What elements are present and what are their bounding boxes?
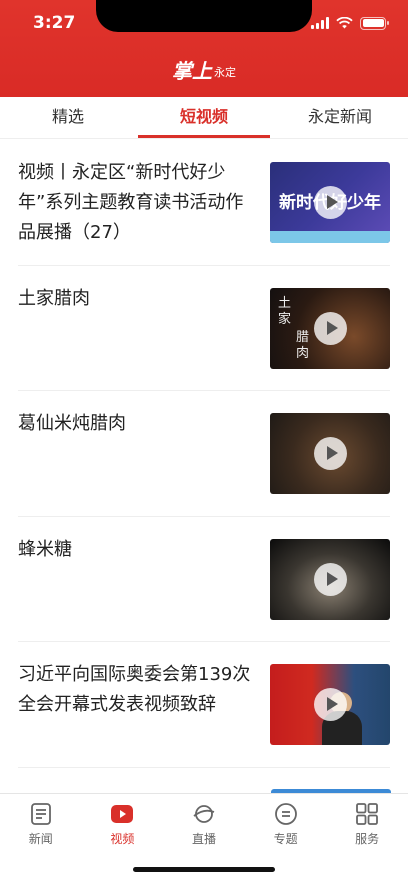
video-list-item[interactable]: 习近平向国际奥委会第139次全会开幕式发表视频致辞	[18, 642, 390, 768]
video-list-item[interactable]: 蜂米糖	[18, 517, 390, 642]
live-icon	[193, 805, 215, 823]
video-title: 视频丨永定区“新时代好少年”系列主题教育读书活动作品展播（27）	[18, 162, 244, 243]
video-title: 习近平向国际奥委会第139次全会开幕式发表视频致辞	[18, 664, 251, 715]
tab-featured[interactable]: 精选	[0, 97, 136, 138]
app-screen: 3:27 掌上 永定 精选 短视频 永定新闻 视频丨永定区“新时代好少年”系列主…	[0, 0, 408, 883]
nav-label: 新闻	[28, 832, 53, 846]
nav-label: 视频	[110, 832, 135, 846]
topic-icon	[274, 803, 297, 825]
status-bar: 3:27	[0, 0, 408, 46]
play-icon[interactable]	[314, 186, 347, 219]
thumbnail-caption: 腊肉	[296, 329, 310, 361]
services-icon	[356, 803, 379, 825]
cellular-signal-icon	[311, 17, 329, 29]
app-logo: 掌上 永定	[172, 59, 236, 83]
system-icons	[311, 15, 389, 31]
video-list-item[interactable]: 土家腊肉 土家 腊肉	[18, 266, 390, 391]
app-header: 3:27 掌上 永定	[0, 0, 408, 97]
video-list-item[interactable]: 视频丨永定区“新时代好少年”系列主题教育读书活动作品展播（27） 新时代好少年	[18, 140, 390, 266]
status-time: 3:27	[33, 13, 76, 33]
news-icon	[30, 803, 51, 825]
nav-news[interactable]: 新闻	[0, 794, 82, 883]
video-icon	[111, 805, 134, 823]
nav-label: 服务	[355, 832, 380, 846]
video-list-item[interactable]: 葛仙米炖腊肉	[18, 391, 390, 517]
video-thumbnail[interactable]: 土家 腊肉	[270, 287, 390, 369]
thumbnail-caption: 土家	[278, 295, 292, 327]
video-title: 土家腊肉	[18, 287, 90, 309]
battery-icon	[360, 16, 389, 30]
video-title: 葛仙米炖腊肉	[18, 413, 126, 434]
home-indicator[interactable]	[133, 867, 275, 872]
play-icon[interactable]	[314, 562, 347, 596]
wifi-icon	[336, 17, 353, 29]
play-icon[interactable]	[314, 437, 347, 470]
tab-yongding-news[interactable]: 永定新闻	[272, 97, 408, 138]
device-notch	[96, 0, 312, 32]
nav-label: 专题	[273, 832, 298, 846]
video-thumbnail[interactable]	[270, 413, 390, 494]
nav-services[interactable]: 服务	[326, 794, 408, 883]
channel-tabs: 精选 短视频 永定新闻	[0, 97, 408, 139]
play-icon[interactable]	[314, 311, 347, 345]
video-title: 蜂米糖	[18, 538, 72, 560]
play-icon[interactable]	[314, 688, 347, 721]
tab-short-video[interactable]: 短视频	[136, 97, 272, 138]
video-list: 视频丨永定区“新时代好少年”系列主题教育读书活动作品展播（27） 新时代好少年 …	[0, 140, 408, 768]
video-thumbnail[interactable]	[270, 538, 390, 620]
nav-label: 直播	[191, 832, 216, 846]
video-thumbnail[interactable]: 新时代好少年	[270, 162, 390, 243]
video-thumbnail[interactable]	[270, 664, 390, 745]
